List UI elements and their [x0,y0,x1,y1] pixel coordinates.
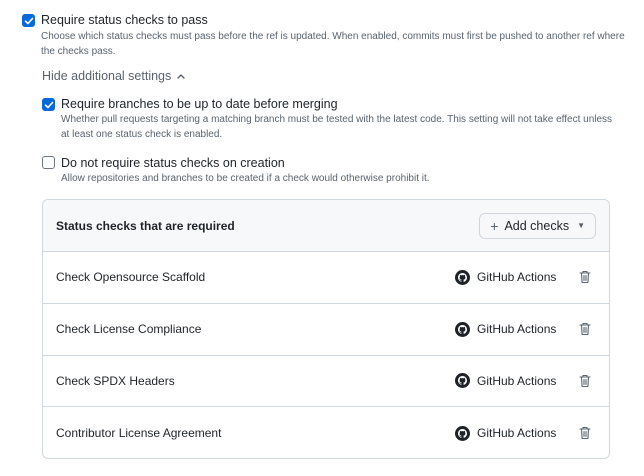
github-icon [455,321,470,337]
status-check-app-label: GitHub Actions [477,426,557,441]
no-require-on-creation-checkbox[interactable] [42,156,55,169]
status-check-name: Check Opensource Scaffold [56,270,206,285]
github-icon [455,373,470,389]
plus-icon: + [490,217,499,234]
status-check-app: GitHub Actions [455,373,557,389]
no-require-on-creation-description: Allow repositories and branches to be cr… [61,173,430,184]
add-checks-button[interactable]: + Add checks ▼ [479,212,596,239]
require-status-checks-label[interactable]: Require status checks to pass [41,13,208,27]
add-checks-label: Add checks [504,218,570,233]
status-check-name: Contributor License Agreement [56,426,222,441]
required-status-checks-panel: Status checks that are required + Add ch… [42,199,610,459]
caret-down-icon: ▼ [577,221,585,230]
require-status-checks-description: Choose which status checks must pass bef… [41,31,625,57]
status-check-app: GitHub Actions [455,425,557,441]
trash-icon[interactable] [579,374,591,388]
toggle-label: Hide additional settings [42,69,172,83]
check-icon [24,17,33,24]
panel-title: Status checks that are required [56,218,235,233]
status-check-app-label: GitHub Actions [477,322,557,337]
status-check-name: Check SPDX Headers [56,373,175,388]
status-check-app: GitHub Actions [455,321,557,337]
trash-icon[interactable] [579,322,591,336]
trash-icon[interactable] [579,270,591,284]
status-check-row: Check Opensource Scaffold GitHub Actions [43,252,609,304]
check-icon [44,101,53,108]
status-check-row: Check SPDX Headers GitHub Actions [43,356,609,408]
require-up-to-date-label[interactable]: Require branches to be up to date before… [61,97,338,111]
require-status-checks-checkbox[interactable] [22,14,35,27]
status-check-name: Check License Compliance [56,322,202,337]
status-check-row: Contributor License Agreement GitHub Act… [43,407,609,458]
require-up-to-date-description: Whether pull requests targeting a matchi… [61,114,613,140]
trash-icon[interactable] [579,426,591,440]
chevron-up-icon [177,74,185,79]
status-check-row: Check License Compliance GitHub Actions [43,304,609,356]
status-check-app-label: GitHub Actions [477,270,557,285]
panel-header: Status checks that are required + Add ch… [43,200,609,252]
github-icon [455,269,470,285]
hide-additional-settings-toggle[interactable]: Hide additional settings [42,69,186,83]
github-icon [455,425,470,441]
require-up-to-date-checkbox[interactable] [42,98,55,111]
status-check-app: GitHub Actions [455,269,557,285]
no-require-on-creation-label[interactable]: Do not require status checks on creation [61,156,285,170]
status-check-app-label: GitHub Actions [477,373,557,388]
